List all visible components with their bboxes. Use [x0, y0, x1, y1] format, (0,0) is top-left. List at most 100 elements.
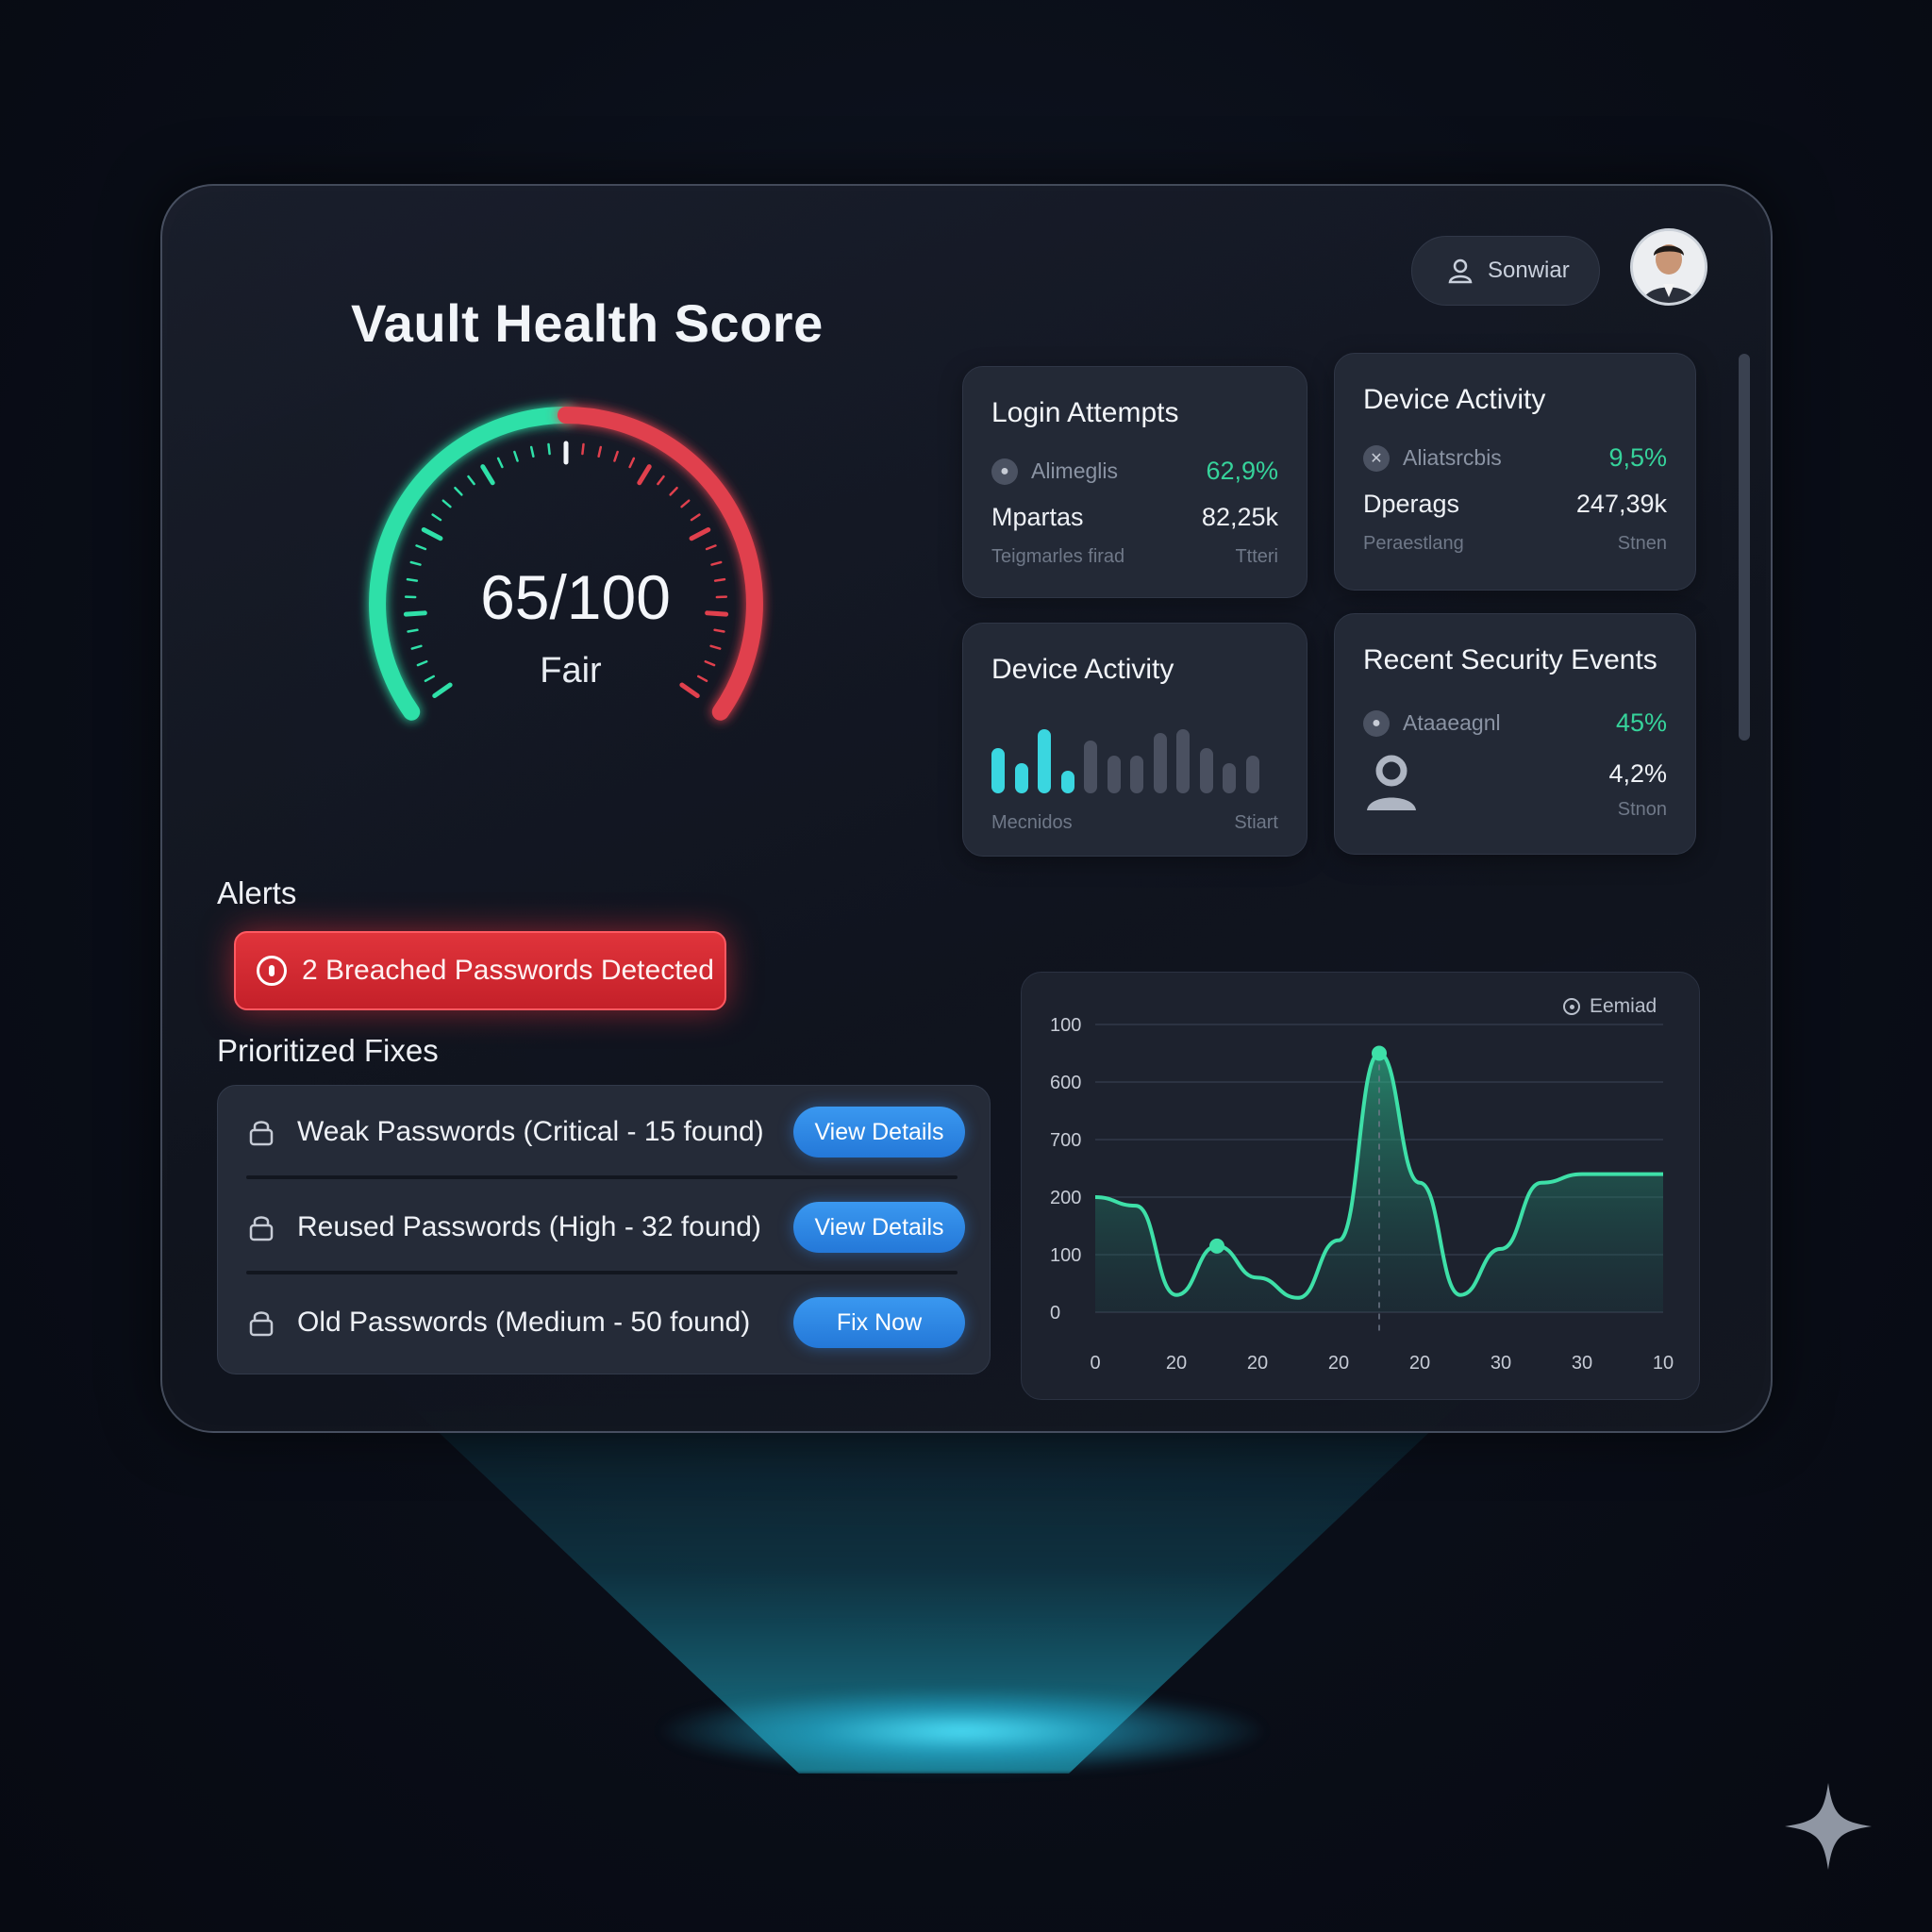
device-activity-card[interactable]: Device Activity ✕ Aliatsrcbis 9,5% Dperag… [1334, 353, 1696, 591]
legend-dot-icon [1563, 998, 1580, 1015]
gauge-tick [690, 513, 701, 522]
login-attempts-card[interactable]: Login Attempts ● Alimeglis 62,9% Mpartas … [962, 366, 1307, 598]
row-label: Teigmarles firad [991, 546, 1125, 567]
gauge-tick [680, 499, 691, 508]
chart-legend[interactable]: Eemiad [1563, 995, 1657, 1018]
activity-bar [1245, 756, 1259, 793]
divider [246, 1175, 958, 1179]
gauge-tick [415, 544, 427, 551]
activity-bar [1130, 756, 1143, 793]
fix-label: Old Passwords (Medium - 50 found) [297, 1307, 751, 1338]
legend-label: Eemiad [1590, 995, 1657, 1017]
row-value: Stnon [1617, 799, 1667, 820]
data-point[interactable] [1372, 1045, 1387, 1061]
avatar[interactable] [1630, 228, 1707, 306]
activity-bar [1199, 748, 1213, 793]
gauge-tick [637, 464, 652, 486]
lock-icon [249, 1121, 274, 1146]
divider [246, 1271, 958, 1274]
row-label: Aliatsrcbis [1403, 445, 1502, 470]
gauge-tick [424, 675, 435, 683]
gauge-tick [613, 450, 619, 462]
data-point[interactable] [1209, 1238, 1224, 1254]
activity-bar [1014, 763, 1028, 793]
gauge-tick [628, 457, 636, 469]
fixes-list: Weak Passwords (Critical - 15 found) Vie… [217, 1085, 991, 1374]
x-tick-label: 10 [1653, 1353, 1674, 1374]
security-events-card[interactable]: Recent Security Events ● Ataaeagnl 45% 4,… [1334, 613, 1696, 855]
view-details-button[interactable]: View Details [793, 1202, 965, 1253]
gauge-tick [704, 659, 716, 667]
gauge-tick [705, 610, 729, 617]
gauge-tick [529, 445, 535, 458]
footer-label: Mecnidos [991, 812, 1073, 833]
y-tick-label: 0 [1050, 1303, 1060, 1324]
sparkle-icon [1785, 1783, 1872, 1870]
y-tick-label: 100 [1050, 1015, 1081, 1036]
gauge-tick [441, 499, 452, 508]
gauge-tick [713, 628, 725, 633]
row-value: 82,25k [1201, 503, 1278, 531]
close-icon: ✕ [1363, 444, 1390, 472]
y-tick-label: 100 [1050, 1245, 1081, 1266]
activity-bar [1153, 733, 1167, 793]
gauge-tick [689, 527, 711, 541]
page-title: Vault Health Score [351, 293, 824, 353]
gauge-tick [432, 682, 453, 699]
x-tick-label: 20 [1328, 1353, 1349, 1374]
gauge-tick [669, 486, 678, 496]
trend-chart: 100 600 700 200 100 0 0 20 20 20 20 30 30 10 [1050, 1015, 1674, 1374]
row-value: 9,5% [1608, 443, 1667, 472]
lock-icon [249, 1311, 274, 1337]
circle-icon: ● [991, 458, 1018, 485]
gauge-score: 65/100 [480, 562, 671, 632]
row-value: 4,2% [1608, 758, 1667, 788]
x-tick-label: 20 [1247, 1353, 1268, 1374]
fixes-heading: Prioritized Fixes [217, 1033, 439, 1068]
gauge-tick [581, 442, 585, 456]
row-value: Ttteri [1235, 546, 1278, 567]
breach-alert[interactable]: 2 Breached Passwords Detected [234, 931, 726, 1010]
user-icon: ● [1363, 709, 1390, 737]
gauge-tick [480, 464, 495, 486]
search-button[interactable]: Sonwiar [1411, 236, 1600, 306]
view-details-button[interactable]: View Details [793, 1107, 965, 1158]
gauge-tick [657, 475, 665, 486]
activity-bar [1176, 729, 1190, 793]
scrollbar[interactable] [1739, 354, 1750, 741]
card-title: Device Activity [991, 654, 1174, 685]
gauge-tick [421, 527, 443, 541]
activity-bar [1038, 729, 1051, 793]
gauge-tick [597, 445, 603, 458]
gauge-tick [454, 486, 463, 496]
activity-bar [1107, 756, 1121, 793]
device-activity-bars-card[interactable]: Device Activity Mecnidos Stiart [962, 623, 1307, 857]
gauge-status: Fair [540, 651, 602, 691]
fix-now-button[interactable]: Fix Now [793, 1297, 965, 1348]
trend-chart-card: 100 600 700 200 100 0 0 20 20 20 20 30 30 10 Eemiad [1021, 972, 1700, 1400]
row-label: Alimeglis [1031, 458, 1119, 483]
row-label: Peraestlang [1363, 533, 1464, 554]
user-avatar-icon [1633, 231, 1705, 303]
y-tick-label: 700 [1050, 1130, 1081, 1151]
activity-bar [1060, 771, 1074, 793]
row-value: 62,9% [1206, 457, 1278, 485]
activity-bar [1084, 741, 1097, 793]
gauge-tick [713, 577, 726, 582]
gauge-tick [403, 610, 427, 617]
y-tick-label: 600 [1050, 1073, 1081, 1093]
gauge-tick [496, 457, 504, 469]
row-value: 45% [1615, 708, 1667, 737]
y-tick-label: 200 [1050, 1188, 1081, 1208]
gauge-tick [705, 544, 717, 551]
row-label: Mpartas [991, 503, 1084, 531]
fix-item: Old Passwords (Medium - 50 found) Fix No… [246, 1290, 965, 1356]
lock-icon [249, 1216, 274, 1241]
gauge-tick [416, 659, 428, 667]
row-value: Stnen [1617, 533, 1667, 554]
search-label: Sonwiar [1488, 258, 1570, 283]
gauge-tick [406, 577, 419, 582]
gauge-tick [431, 513, 442, 522]
activity-bar [991, 748, 1005, 793]
alert-message: 2 Breached Passwords Detected [302, 955, 714, 986]
